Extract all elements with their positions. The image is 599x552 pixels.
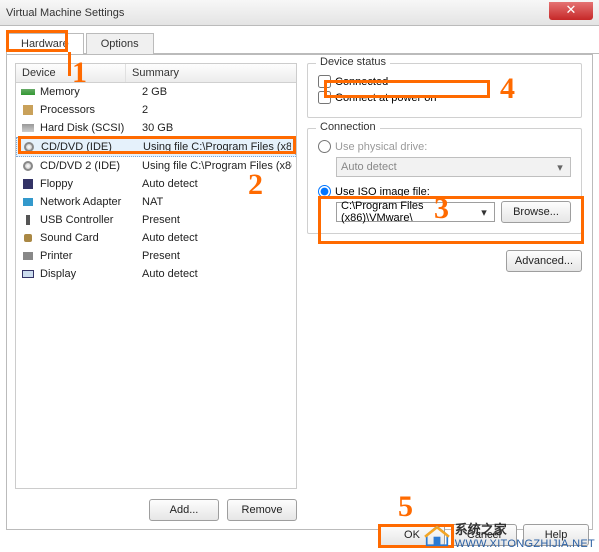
chevron-down-icon[interactable]: ▾	[476, 206, 492, 219]
cell-summary: Using file C:\Program Files (x86)\...	[143, 141, 291, 153]
cell-summary: 2	[142, 104, 292, 116]
memory-icon	[20, 85, 36, 99]
advanced-button[interactable]: Advanced...	[506, 250, 582, 272]
tab-strip: Hardware Options	[6, 32, 599, 54]
browse-button[interactable]: Browse...	[501, 201, 571, 223]
row-usb[interactable]: USB Controller Present	[16, 211, 296, 229]
device-status-group: Device status Connected Connect at power…	[307, 63, 582, 118]
title-bar: Virtual Machine Settings ✕	[0, 0, 599, 26]
cell-device: Memory	[40, 86, 142, 98]
cell-summary: Present	[142, 250, 292, 262]
printer-icon	[20, 249, 36, 263]
row-harddisk[interactable]: Hard Disk (SCSI) 30 GB	[16, 119, 296, 137]
physical-drive-combo: Auto detect ▾	[336, 157, 571, 177]
connected-label: Connected	[335, 76, 388, 88]
window-title: Virtual Machine Settings	[6, 7, 124, 19]
row-display[interactable]: Display Auto detect	[16, 265, 296, 283]
cell-device: Printer	[40, 250, 142, 262]
remove-button[interactable]: Remove	[227, 499, 297, 521]
physical-drive-radio[interactable]	[318, 140, 331, 153]
disc-icon	[21, 140, 37, 154]
cell-summary: Using file C:\Program Files (x86)\...	[142, 160, 292, 172]
cell-summary: NAT	[142, 196, 292, 208]
cell-device: Display	[40, 268, 142, 280]
device-list: Device Summary Memory 2 GB Processors 2 …	[15, 63, 297, 489]
connected-checkbox-row[interactable]: Connected	[318, 75, 571, 88]
usb-icon	[20, 213, 36, 227]
tab-options[interactable]: Options	[86, 33, 154, 54]
physical-drive-label: Use physical drive:	[335, 141, 427, 153]
iso-radio-row[interactable]: Use ISO image file:	[318, 185, 571, 198]
watermark-cn: 系统之家	[455, 519, 595, 538]
chevron-down-icon: ▾	[552, 161, 568, 174]
cell-device: Network Adapter	[40, 196, 142, 208]
network-icon	[20, 195, 36, 209]
iso-radio[interactable]	[318, 185, 331, 198]
row-processors[interactable]: Processors 2	[16, 101, 296, 119]
house-icon	[423, 523, 451, 547]
close-button[interactable]: ✕	[549, 2, 593, 20]
cell-device: Hard Disk (SCSI)	[40, 122, 142, 134]
connect-poweron-label: Connect at power on	[335, 92, 437, 104]
cell-summary: Auto detect	[142, 232, 292, 244]
connection-group: Connection Use physical drive: Auto dete…	[307, 128, 582, 234]
cell-summary: 2 GB	[142, 86, 292, 98]
settings-pane: Device status Connected Connect at power…	[303, 55, 592, 529]
add-button[interactable]: Add...	[149, 499, 219, 521]
disc-icon	[20, 159, 36, 173]
group-title: Connection	[316, 121, 380, 133]
physical-drive-radio-row[interactable]: Use physical drive:	[318, 140, 571, 153]
connected-checkbox[interactable]	[318, 75, 331, 88]
group-title: Device status	[316, 56, 390, 68]
cell-summary: Present	[142, 214, 292, 226]
devices-pane: Device Summary Memory 2 GB Processors 2 …	[7, 55, 303, 529]
cpu-icon	[20, 103, 36, 117]
device-buttons: Add... Remove	[15, 499, 297, 521]
cell-device: CD/DVD 2 (IDE)	[40, 160, 142, 172]
floppy-icon	[20, 177, 36, 191]
list-header: Device Summary	[16, 64, 296, 83]
watermark-url: WWW.XITONGZHIJIA.NET	[455, 538, 595, 550]
cell-device: USB Controller	[40, 214, 142, 226]
physical-drive-value: Auto detect	[341, 161, 397, 173]
main-panel: Device Summary Memory 2 GB Processors 2 …	[6, 54, 593, 530]
display-icon	[20, 267, 36, 281]
row-cddvd2[interactable]: CD/DVD 2 (IDE) Using file C:\Program Fil…	[16, 157, 296, 175]
tab-hardware[interactable]: Hardware	[6, 33, 84, 54]
cell-summary: Auto detect	[142, 268, 292, 280]
iso-path-value: C:\Program Files (x86)\VMware\	[341, 200, 490, 224]
cell-device: Processors	[40, 104, 142, 116]
advanced-row: Advanced...	[307, 250, 582, 272]
row-network[interactable]: Network Adapter NAT	[16, 193, 296, 211]
col-device[interactable]: Device	[16, 64, 126, 82]
connect-poweron-checkbox[interactable]	[318, 91, 331, 104]
row-memory[interactable]: Memory 2 GB	[16, 83, 296, 101]
col-summary[interactable]: Summary	[126, 64, 296, 82]
iso-path-row: C:\Program Files (x86)\VMware\ ▾ Browse.…	[336, 201, 571, 223]
list-rows: Memory 2 GB Processors 2 Hard Disk (SCSI…	[16, 83, 296, 283]
cell-summary: 30 GB	[142, 122, 292, 134]
sound-icon	[20, 231, 36, 245]
connect-poweron-checkbox-row[interactable]: Connect at power on	[318, 91, 571, 104]
cell-device: Floppy	[40, 178, 142, 190]
watermark: 系统之家 WWW.XITONGZHIJIA.NET	[423, 519, 595, 550]
row-floppy[interactable]: Floppy Auto detect	[16, 175, 296, 193]
cell-summary: Auto detect	[142, 178, 292, 190]
iso-path-combo[interactable]: C:\Program Files (x86)\VMware\ ▾	[336, 202, 495, 222]
row-cddvd[interactable]: CD/DVD (IDE) Using file C:\Program Files…	[16, 137, 296, 157]
row-sound[interactable]: Sound Card Auto detect	[16, 229, 296, 247]
cell-device: CD/DVD (IDE)	[41, 141, 143, 153]
hdd-icon	[20, 121, 36, 135]
row-printer[interactable]: Printer Present	[16, 247, 296, 265]
iso-label: Use ISO image file:	[335, 186, 430, 198]
cell-device: Sound Card	[40, 232, 142, 244]
